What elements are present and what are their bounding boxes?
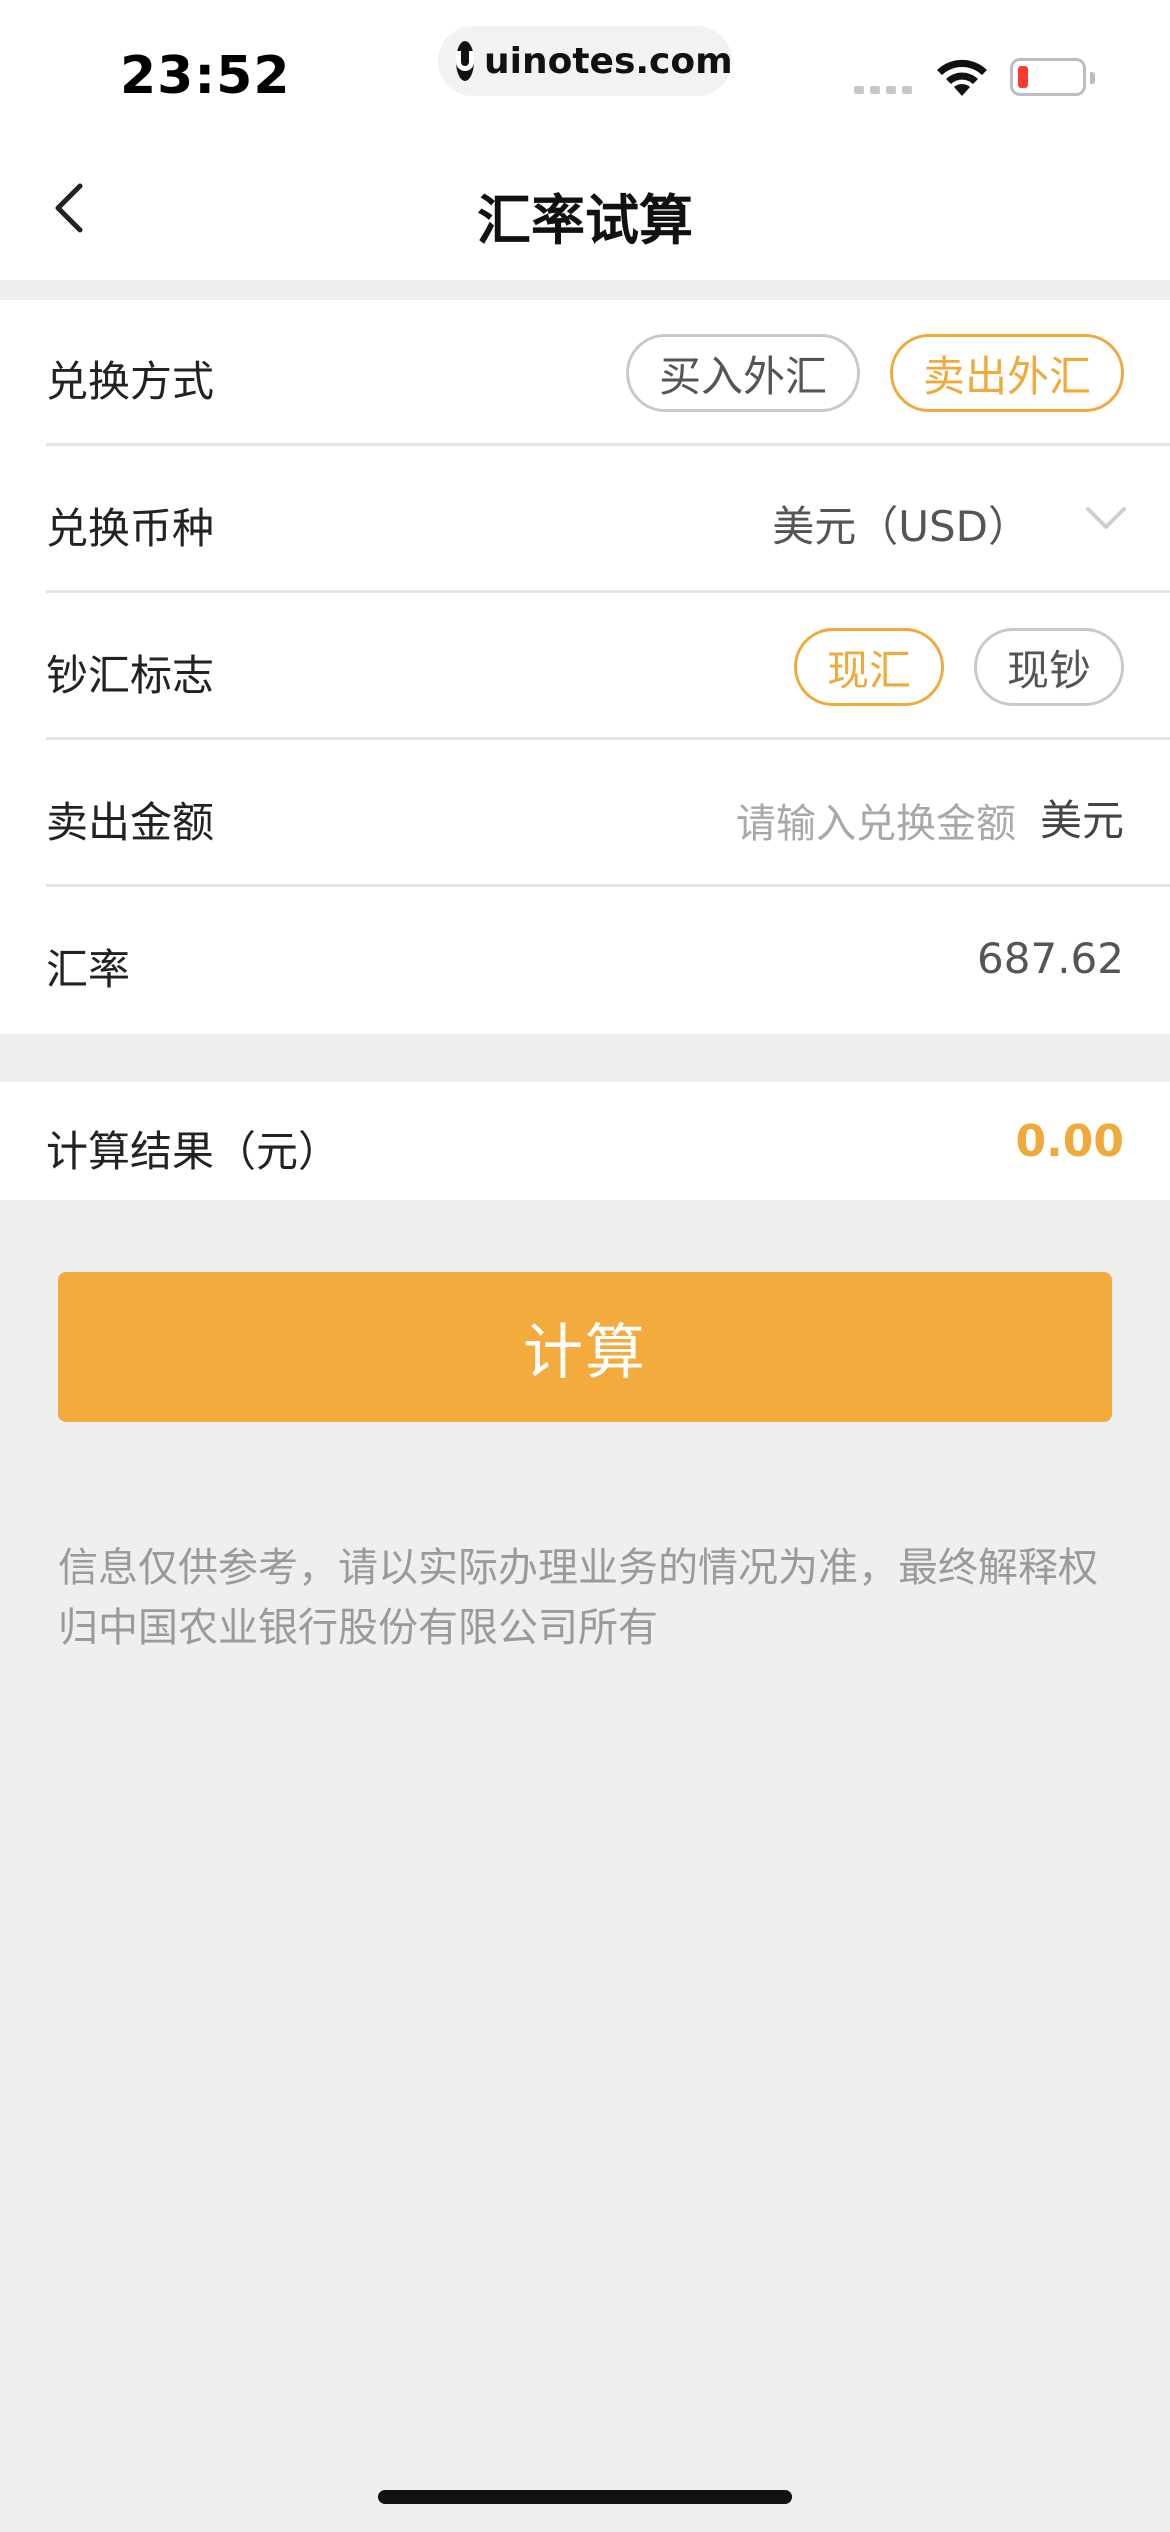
page-title: 汇率试算 [477,189,693,252]
rate-value: 687.62 [977,934,1124,983]
amount-input[interactable]: 请输入兑换金额 [736,791,1016,849]
disclaimer-text: 信息仅供参考，请以实际办理业务的情况为准，最终解释权归中国农业银行股份有限公司所… [58,1545,1098,1651]
status-time: 23:52 [120,46,291,106]
divider [46,590,1170,593]
option-spot-exchange[interactable]: 现汇 [794,628,944,706]
option-spot-cash[interactable]: 现钞 [974,628,1124,706]
row-rate: 汇率 687.62 [0,888,1170,1034]
calculate-button[interactable]: 计算 [58,1272,1112,1422]
site-url: uinotes.com [484,40,733,82]
page: 23:52 uinotes.com 汇率试算 兑换方式 买入外汇 卖出外汇 兑换… [0,0,1170,2532]
row-exchange-method: 兑换方式 买入外汇 卖出外汇 [0,300,1170,446]
nav-bar: 汇率试算 [0,140,1170,280]
exchange-form: 兑换方式 买入外汇 卖出外汇 兑换币种 美元（USD） 钞汇标志 现汇 现钞 卖… [0,300,1170,1034]
currency-select[interactable]: 美元（USD） [772,493,1030,554]
option-buy-forex[interactable]: 买入外汇 [626,334,860,412]
rate-label: 汇率 [46,945,131,994]
url-pill[interactable]: uinotes.com [438,26,733,96]
status-bar: 23:52 uinotes.com [0,0,1170,140]
signal-icon [854,86,912,94]
row-cash-flag: 钞汇标志 现汇 现钞 [0,594,1170,740]
home-indicator[interactable] [378,2490,792,2504]
currency-label: 兑换币种 [46,504,215,553]
divider [46,443,1170,446]
amount-unit: 美元 [1039,796,1124,845]
wifi-icon [937,59,987,96]
site-logo-icon [456,41,474,81]
result-row: 计算结果（元） 0.00 [0,1082,1170,1200]
cash-flag-label: 钞汇标志 [46,651,215,700]
divider [46,737,1170,740]
row-amount: 卖出金额 请输入兑换金额 美元 [0,741,1170,887]
option-sell-forex[interactable]: 卖出外汇 [890,334,1124,412]
result-value: 0.00 [1015,1116,1124,1167]
exchange-method-label: 兑换方式 [46,357,215,406]
result-label: 计算结果（元） [46,1127,341,1176]
amount-label: 卖出金额 [46,798,215,847]
battery-icon [1010,58,1095,96]
divider [46,884,1170,887]
row-currency[interactable]: 兑换币种 美元（USD） [0,447,1170,593]
chevron-down-icon[interactable] [1084,503,1128,533]
